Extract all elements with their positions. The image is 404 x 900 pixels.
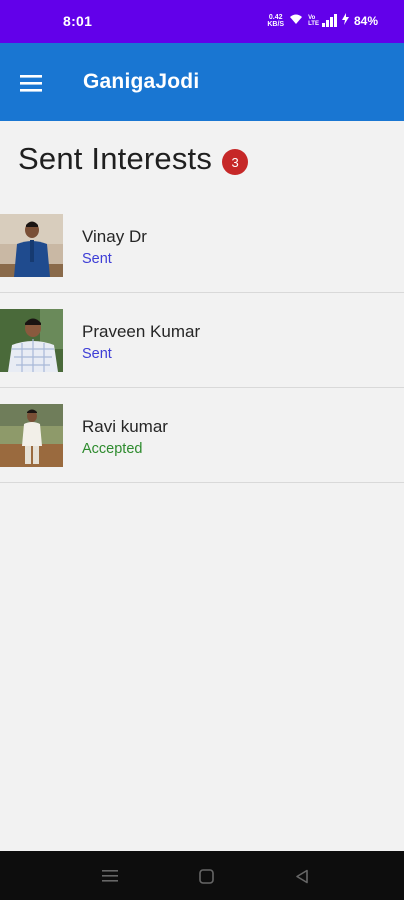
avatar: [0, 214, 63, 277]
avatar: [0, 404, 63, 467]
status-icons: 0.42 KB/S Vo LTE 84%: [267, 13, 378, 28]
wifi-icon: [289, 13, 303, 28]
home-icon: [198, 868, 214, 884]
back-icon: [296, 869, 308, 883]
list-item[interactable]: Praveen Kumar Sent: [0, 293, 404, 388]
page-header: Sent Interests 3: [18, 141, 249, 177]
volte-badge: Vo LTE: [308, 15, 319, 27]
charging-bolt-icon: [341, 13, 349, 28]
network-speed-value: 0.42: [268, 13, 283, 21]
menu-button[interactable]: [20, 63, 60, 103]
app-bar: GanigaJodi: [0, 43, 404, 121]
battery-percent: 84%: [353, 13, 378, 28]
status-time: 8:01: [63, 13, 93, 29]
interest-status: Accepted: [82, 441, 143, 457]
avatar: [0, 309, 63, 372]
interest-status: Sent: [82, 251, 112, 267]
recents-icon: [102, 870, 118, 882]
recent-apps-button[interactable]: [99, 865, 121, 887]
list-item[interactable]: Ravi kumar Accepted: [0, 388, 404, 483]
interests-list: Vinay Dr Sent Praveen Kumar Sent Ravi ku…: [0, 198, 404, 483]
count-badge: 3: [222, 149, 249, 175]
back-button[interactable]: [291, 865, 313, 887]
status-bar: 8:01 0.42 KB/S Vo LTE 84%: [0, 0, 404, 43]
cellular-signal-icon: Vo LTE: [308, 14, 337, 27]
page-title: Sent Interests: [18, 141, 213, 176]
network-speed-unit: KB/S: [267, 20, 285, 28]
system-navigation-bar: [0, 851, 404, 900]
interest-name: Vinay Dr: [82, 227, 147, 246]
list-item[interactable]: Vinay Dr Sent: [0, 198, 404, 293]
app-title: GanigaJodi: [83, 70, 200, 93]
interest-name: Ravi kumar: [82, 417, 168, 436]
interest-name: Praveen Kumar: [82, 322, 201, 341]
hamburger-menu-icon: [20, 75, 42, 92]
interest-status: Sent: [82, 346, 112, 362]
home-button[interactable]: [195, 865, 217, 887]
network-speed-indicator: 0.42 KB/S: [267, 14, 284, 28]
